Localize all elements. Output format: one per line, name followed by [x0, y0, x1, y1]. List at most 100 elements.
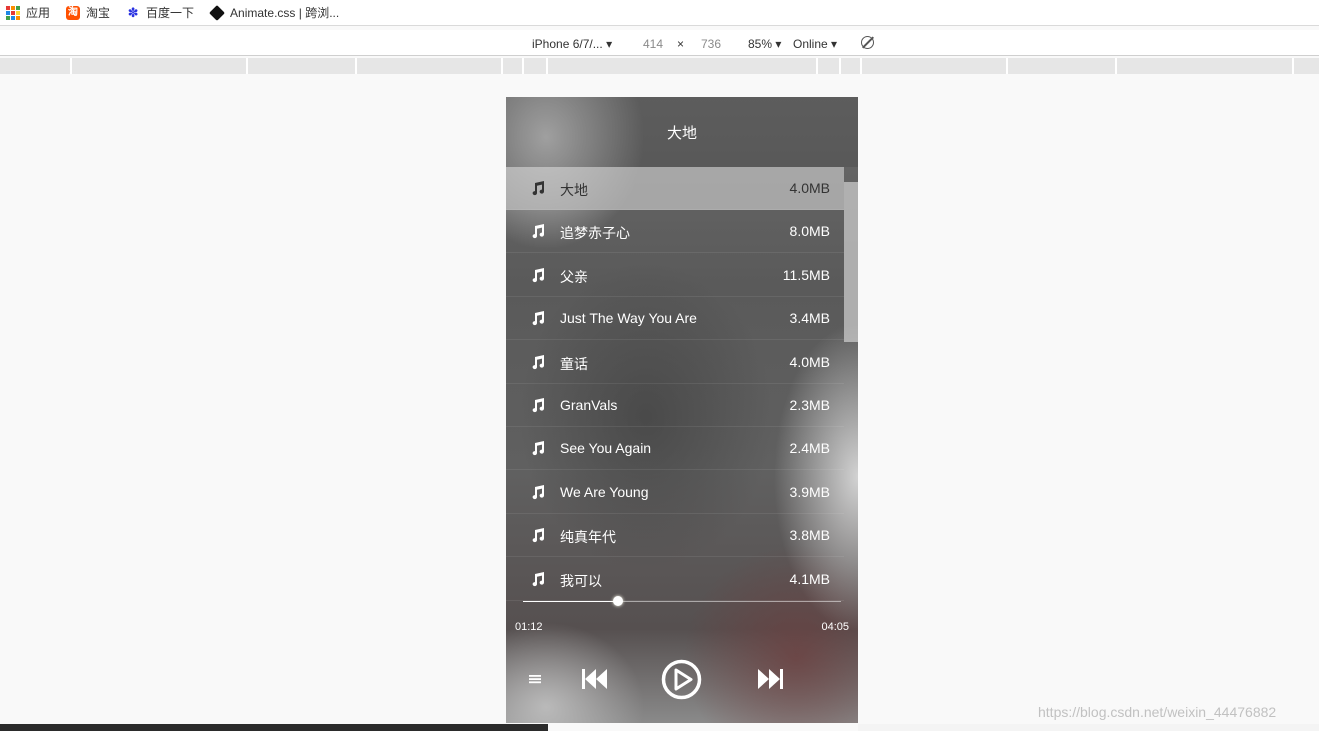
list-icon	[529, 675, 541, 684]
song-name: GranVals	[560, 397, 618, 413]
bookmark-label: 淘宝	[86, 6, 111, 20]
rotate-button[interactable]	[861, 36, 874, 52]
ruler-tick	[1006, 58, 1008, 74]
song-row[interactable]: Just The Way You Are 3.4MB	[506, 297, 844, 341]
song-size: 2.3MB	[789, 397, 830, 413]
bookmark-taobao[interactable]: 淘 淘宝	[66, 3, 110, 23]
song-list: 大地 4.0MB 追梦赤子心 8.0MB 父亲 11.5MB Just The Way Yo…	[506, 167, 844, 601]
dimension-separator: ×	[677, 37, 685, 51]
song-name: Just The Way You Are	[560, 310, 697, 327]
progress-handle[interactable]	[613, 596, 624, 606]
now-playing-title: 大地	[666, 124, 697, 142]
player-header: 大地	[506, 97, 858, 167]
song-name: See You Again	[560, 440, 652, 457]
music-note-icon	[530, 527, 546, 543]
bookmark-animate[interactable]: Animate.css | 跨浏...	[209, 3, 340, 23]
bookmark-label: 应用	[26, 6, 51, 20]
song-size: 2.4MB	[789, 440, 830, 457]
song-size: 8.0MB	[789, 223, 830, 240]
music-note-icon	[530, 223, 546, 239]
music-note-icon	[530, 571, 546, 587]
network-select[interactable]: Online ▾	[793, 36, 837, 52]
music-note-icon	[530, 484, 546, 500]
watermark: https://blog.csdn.net/weixin_44476882	[1038, 704, 1277, 720]
music-note-icon	[530, 440, 546, 456]
song-name: 父亲	[560, 268, 588, 285]
ruler-tick	[70, 58, 72, 74]
ruler-tick	[839, 58, 841, 74]
bookmark-baidu[interactable]: ✽ 百度一下	[126, 3, 194, 23]
song-row[interactable]: See You Again 2.4MB	[506, 427, 844, 471]
song-size: 4.1MB	[789, 570, 830, 587]
song-row[interactable]: 大地 4.0MB	[506, 167, 844, 210]
song-size: 4.0MB	[789, 353, 830, 370]
music-note-icon	[530, 310, 546, 326]
taobao-icon: 淘	[66, 5, 81, 20]
ruler-tick	[355, 58, 357, 74]
song-row[interactable]: 父亲 11.5MB	[506, 254, 844, 297]
bookmark-apps[interactable]: 应用	[6, 3, 50, 23]
bookmark-label: 百度一下	[146, 6, 195, 20]
song-name: 大地	[560, 182, 588, 198]
music-note-icon	[530, 267, 546, 283]
scrollbar-thumb[interactable]	[844, 182, 858, 342]
previous-button[interactable]	[581, 666, 608, 692]
song-row[interactable]: 追梦赤子心 8.0MB	[506, 210, 844, 254]
device-name: iPhone 6/7/...	[532, 37, 603, 51]
current-time: 01:12	[515, 621, 543, 633]
page-bottom-strip	[858, 724, 1319, 731]
page-bottom-code-strip	[0, 724, 548, 731]
song-size: 4.0MB	[789, 180, 830, 196]
network-value: Online	[793, 37, 828, 51]
zoom-select[interactable]: 85% ▾	[748, 36, 781, 52]
song-name: 纯真年代	[560, 529, 616, 546]
song-size: 3.8MB	[789, 527, 830, 544]
total-time: 04:05	[821, 621, 849, 633]
song-name: 我可以	[560, 572, 602, 589]
song-name: 追梦赤子心	[560, 225, 630, 242]
height-field[interactable]: 736	[701, 36, 721, 52]
song-size: 3.4MB	[789, 310, 830, 327]
dropdown-arrow-icon: ▾	[606, 37, 613, 51]
width-field[interactable]: 414	[643, 36, 663, 52]
ruler-tick	[246, 58, 248, 74]
device-select[interactable]: iPhone 6/7/... ▾	[532, 36, 612, 52]
play-button[interactable]	[661, 659, 702, 700]
ruler-tick	[816, 58, 818, 74]
song-size: 11.5MB	[782, 266, 830, 283]
baidu-paw-icon: ✽	[127, 4, 139, 20]
ruler-tick	[1292, 58, 1294, 74]
bookmark-label: Animate.css | 跨浏...	[230, 6, 340, 20]
ruler-tick	[546, 58, 548, 74]
bookmarks-bar: 应用 淘 淘宝 ✽ 百度一下 Animate.css | 跨浏...	[0, 0, 1319, 26]
next-button[interactable]	[757, 666, 784, 692]
playlist-button[interactable]	[528, 672, 542, 686]
apps-grid-icon	[6, 5, 20, 20]
music-note-icon	[530, 397, 546, 413]
music-note-icon	[530, 354, 546, 370]
media-query-ruler	[0, 58, 1319, 74]
song-row[interactable]: 我可以 4.1MB	[506, 558, 844, 601]
zoom-value: 85%	[748, 37, 773, 51]
ruler-tick	[1115, 58, 1117, 74]
device-toolbar: iPhone 6/7/... ▾ 414 × 736 85% ▾ Online …	[0, 30, 1319, 56]
song-name: We Are Young	[560, 483, 649, 500]
ruler-tick	[860, 58, 862, 74]
rotate-icon	[861, 36, 874, 49]
song-size: 3.9MB	[789, 483, 830, 500]
song-name: 童话	[560, 355, 588, 372]
song-row[interactable]: GranVals 2.3MB	[506, 384, 844, 427]
song-row[interactable]: 童话 4.0MB	[506, 341, 844, 384]
dropdown-arrow-icon: ▾	[775, 37, 782, 51]
play-icon	[661, 659, 702, 700]
dropdown-arrow-icon: ▾	[831, 37, 838, 51]
animate-diamond-icon	[209, 4, 225, 21]
previous-icon	[582, 669, 607, 689]
ruler-tick	[501, 58, 503, 74]
song-row[interactable]: We Are Young 3.9MB	[506, 471, 844, 514]
progress-fill	[523, 601, 619, 602]
next-icon	[758, 669, 783, 689]
ruler-tick	[522, 58, 524, 74]
song-row[interactable]: 纯真年代 3.8MB	[506, 514, 844, 558]
music-player: 大地 大地 4.0MB 追梦赤子心 8.0MB 父亲 11.5MB Just The Way…	[506, 97, 858, 723]
